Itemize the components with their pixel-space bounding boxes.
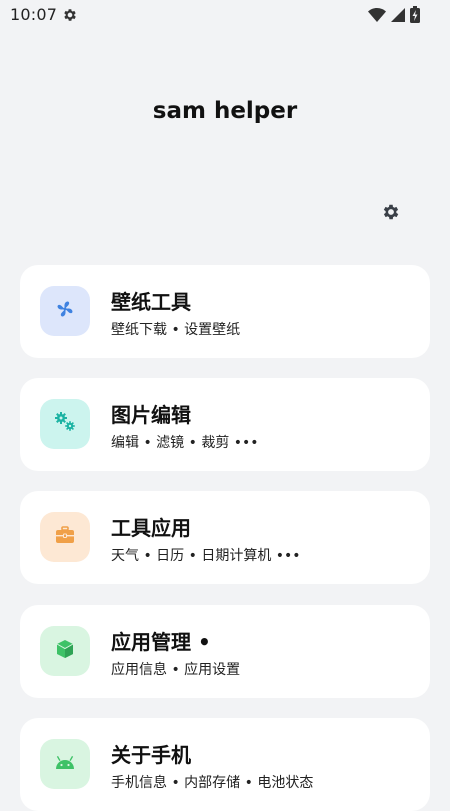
battery-charging-icon — [410, 6, 420, 27]
card-title: 图片编辑 — [111, 403, 191, 427]
status-time: 10:07 — [10, 5, 58, 24]
settings-button[interactable] — [378, 201, 404, 227]
card-icon-tool-apps — [40, 512, 90, 562]
card-title: 关于手机 — [111, 743, 191, 767]
gears-icon — [53, 411, 77, 437]
card-icon-wallpaper — [40, 286, 90, 336]
card-title: 壁纸工具 — [111, 290, 191, 314]
android-icon — [54, 755, 76, 774]
wifi-icon — [368, 7, 386, 27]
card-subtitle: 手机信息 • 内部存储 • 电池状态 — [111, 775, 314, 791]
card-app-management[interactable]: 应用管理 • 应用信息 • 应用设置 — [20, 605, 430, 698]
card-icon-app-management — [40, 626, 90, 676]
app-title: sam helper — [152, 98, 298, 124]
card-wallpaper-tools[interactable]: 壁纸工具 壁纸下载 • 设置壁纸 — [20, 265, 430, 358]
card-title: 应用管理 • — [111, 630, 211, 654]
card-icon-image-editing — [40, 399, 90, 449]
status-indicators — [368, 6, 420, 27]
card-subtitle: 应用信息 • 应用设置 — [111, 662, 241, 678]
card-tool-apps[interactable]: 工具应用 天气 • 日历 • 日期计算机 ••• — [20, 491, 430, 584]
gear-icon — [381, 202, 401, 226]
status-bar: 10:07 — [0, 0, 450, 30]
card-about-phone[interactable]: 关于手机 手机信息 • 内部存储 • 电池状态 — [20, 718, 430, 811]
card-image-editing[interactable]: 图片编辑 编辑 • 滤镜 • 裁剪 ••• — [20, 378, 430, 471]
card-icon-about-phone — [40, 739, 90, 789]
card-title: 工具应用 — [111, 516, 191, 540]
signal-icon — [390, 7, 406, 27]
card-subtitle: 编辑 • 滤镜 • 裁剪 ••• — [111, 435, 259, 451]
gear-icon — [62, 7, 78, 23]
card-subtitle: 天气 • 日历 • 日期计算机 ••• — [111, 548, 301, 564]
fan-icon — [54, 298, 76, 324]
toolbox-icon — [55, 526, 75, 548]
cube-icon — [55, 639, 75, 663]
card-subtitle: 壁纸下载 • 设置壁纸 — [111, 322, 241, 338]
